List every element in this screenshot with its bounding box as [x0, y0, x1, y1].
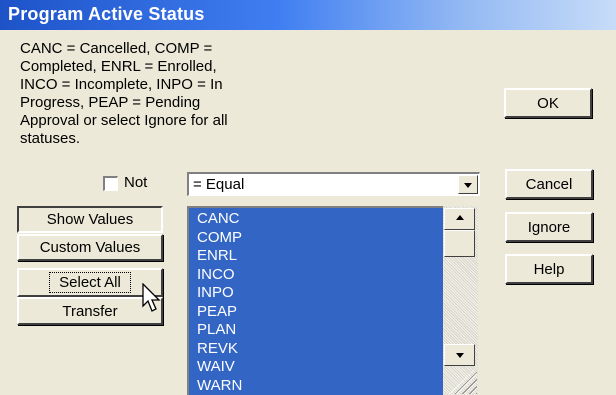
- list-item[interactable]: WARN: [197, 377, 242, 395]
- list-item[interactable]: PLAN: [197, 321, 242, 340]
- list-item[interactable]: ENRL: [197, 247, 242, 266]
- title-bar[interactable]: Program Active Status: [0, 0, 616, 30]
- operator-value: = Equal: [193, 176, 245, 193]
- values-list: CANC COMP ENRL INCO INPO PEAP PLAN REVK WAIV WARN: [197, 210, 242, 395]
- operator-select[interactable]: = Equal: [187, 172, 480, 196]
- select-all-label: Select All: [49, 272, 131, 293]
- dropdown-arrow-icon[interactable]: [458, 175, 478, 194]
- help-button-label: Help: [533, 260, 565, 278]
- values-listbox[interactable]: CANC COMP ENRL INCO INPO PEAP PLAN REVK WAIV WARN: [187, 206, 478, 395]
- ignore-button-label: Ignore: [527, 218, 571, 236]
- transfer-label: Transfer: [62, 302, 118, 320]
- cancel-button[interactable]: Cancel: [505, 169, 593, 199]
- ignore-button[interactable]: Ignore: [505, 212, 593, 242]
- values-scrollbar[interactable]: [443, 206, 478, 395]
- custom-values-label: Custom Values: [39, 239, 141, 256]
- not-label: Not: [124, 174, 148, 191]
- cancel-button-label: Cancel: [525, 175, 573, 193]
- ok-button[interactable]: OK: [504, 88, 592, 118]
- list-item[interactable]: WAIV: [197, 358, 242, 377]
- program-active-status-dialog: Program Active Status CANC = Cancelled, …: [0, 0, 616, 395]
- show-values-label: Show Values: [46, 211, 134, 228]
- scroll-thumb[interactable]: [444, 230, 475, 257]
- not-checkbox[interactable]: [103, 176, 118, 191]
- help-button[interactable]: Help: [505, 254, 593, 284]
- scroll-up-icon[interactable]: [444, 208, 475, 230]
- custom-values-button[interactable]: Custom Values: [17, 234, 163, 261]
- list-item[interactable]: PEAP: [197, 303, 242, 322]
- window-title: Program Active Status: [8, 4, 205, 24]
- list-item[interactable]: CANC: [197, 210, 242, 229]
- ok-button-label: OK: [537, 94, 559, 112]
- list-item[interactable]: INCO: [197, 266, 242, 285]
- scroll-down-icon[interactable]: [444, 344, 475, 366]
- mouse-pointer-icon: [142, 283, 161, 312]
- list-item[interactable]: COMP: [197, 229, 242, 248]
- show-values-button[interactable]: Show Values: [17, 206, 163, 233]
- list-item[interactable]: INPO: [197, 284, 242, 303]
- status-description: CANC = Cancelled, COMP = Completed, ENRL…: [20, 40, 228, 147]
- list-item[interactable]: REVK: [197, 340, 242, 359]
